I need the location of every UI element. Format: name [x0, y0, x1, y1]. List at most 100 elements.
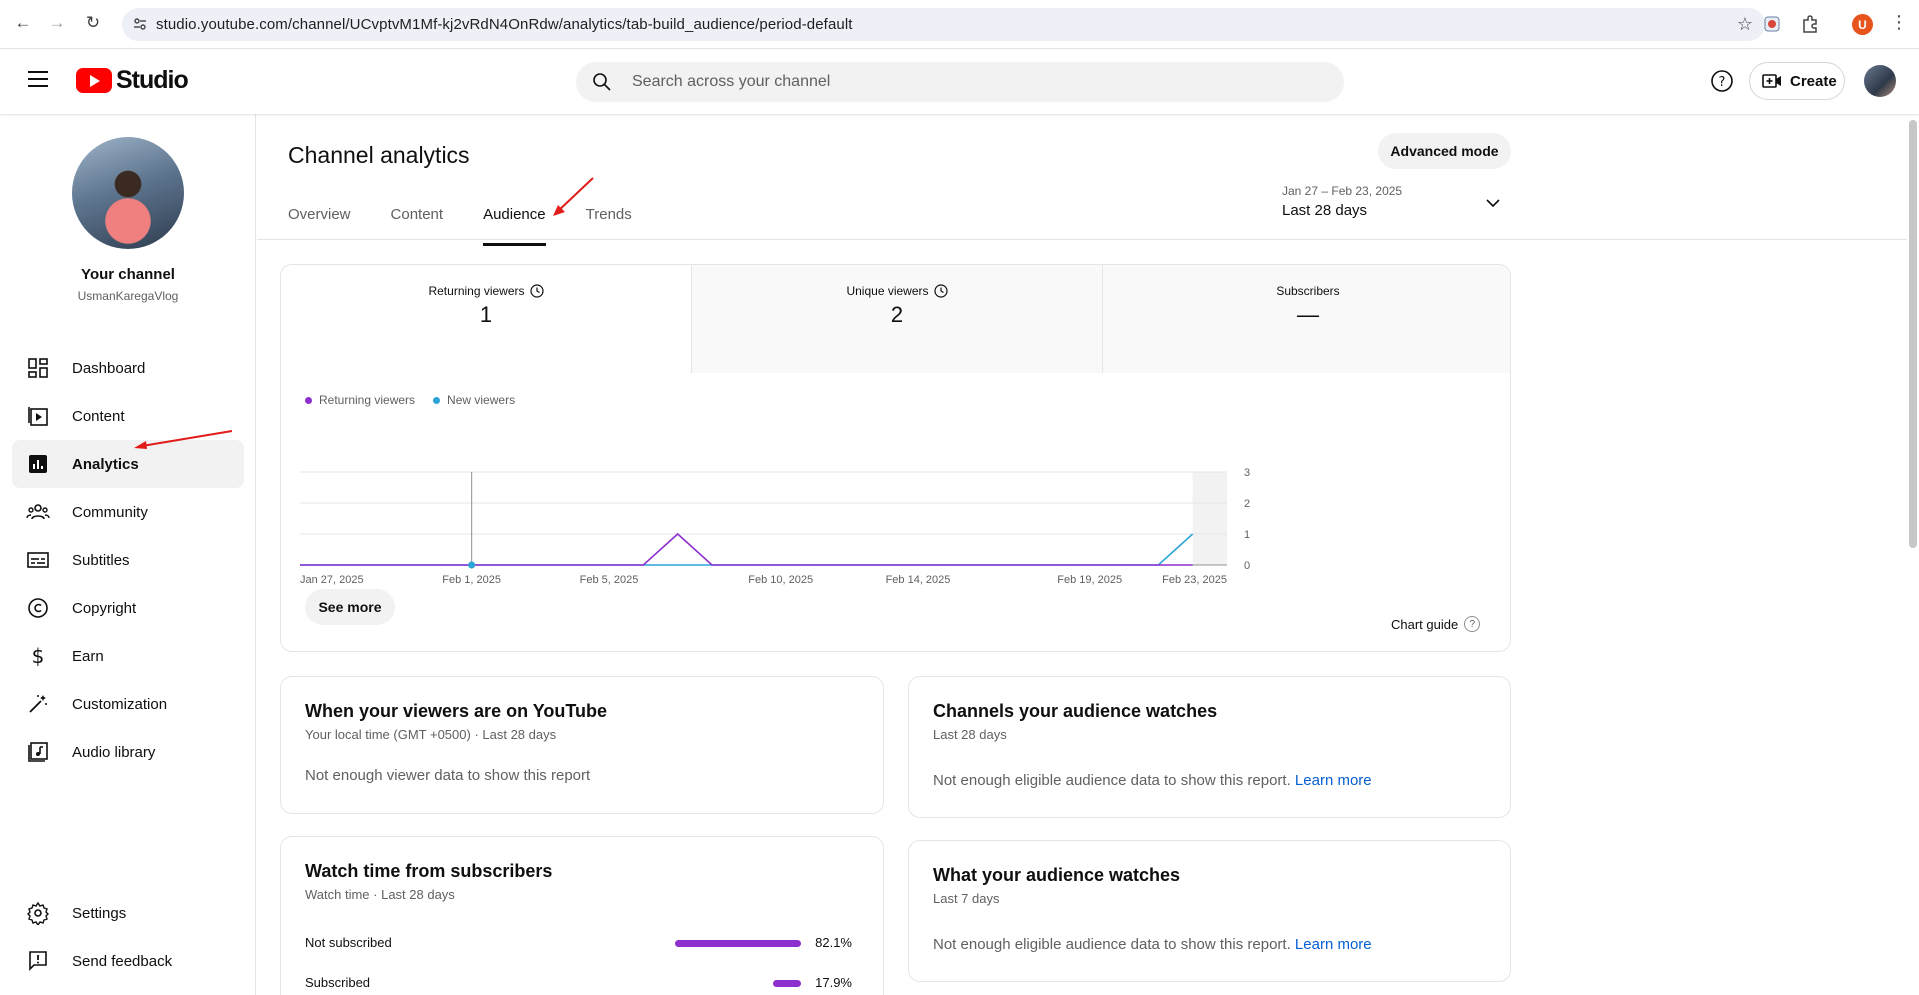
clock-icon [933, 284, 948, 298]
sidebar-item-audio-library[interactable]: Audio library [12, 728, 244, 776]
studio-logo[interactable]: Studio [76, 66, 189, 95]
x-tick-label: Feb 23, 2025 [1162, 574, 1227, 585]
forward-icon[interactable]: → [46, 12, 68, 34]
youtube-play-icon [76, 68, 112, 93]
bar-label: Not subscribed [305, 935, 392, 950]
content-icon [28, 407, 48, 426]
sidebar-item-customization[interactable]: Customization [12, 680, 244, 728]
advanced-mode-button[interactable]: Advanced mode [1378, 133, 1511, 169]
audience-line-chart: 3 2 1 0 Jan 27, 2025 Feb 1, 2025 Feb 5, 2025 Fe… [300, 467, 1250, 585]
sidebar: Your channel UsmanKaregaVlog Dashboard C… [0, 114, 256, 995]
sidebar-item-copyright[interactable]: Copyright [12, 584, 244, 632]
puzzle-icon[interactable] [1800, 14, 1820, 34]
bookmark-star-icon[interactable]: ☆ [1737, 14, 1753, 35]
gear-icon [27, 901, 49, 925]
annotation-arrow-audience [553, 177, 594, 216]
report-title: Channels your audience watches [933, 701, 1218, 721]
extension-icon[interactable] [1762, 14, 1782, 34]
hover-point [468, 561, 476, 569]
tab-audience[interactable]: Audience [483, 206, 546, 246]
report-message: Not enough eligible audience data to sho… [933, 936, 1372, 953]
sidebar-item-label: Earn [72, 647, 104, 665]
sidebar-item-send-feedback[interactable]: Send feedback [12, 937, 244, 985]
y-tick-label: 2 [1244, 498, 1250, 510]
report-title: When your viewers are on YouTube [305, 701, 608, 721]
create-button[interactable]: Create [1749, 62, 1845, 100]
svg-text:?: ? [1719, 75, 1726, 90]
metric-subscribers[interactable]: Subscribers — [1103, 265, 1510, 373]
search-icon [593, 73, 611, 91]
channel-name[interactable]: Your channel [0, 266, 256, 283]
browser-toolbar: ← → ↻ studio.youtube.com/channel/UCvptvM… [0, 0, 1919, 49]
sidebar-item-community[interactable]: Community [12, 488, 244, 536]
sidebar-item-label: Audio library [72, 743, 156, 761]
search-input[interactable] [632, 62, 1312, 102]
sidebar-item-label: Send feedback [72, 952, 173, 970]
sidebar-item-label: Content [72, 407, 125, 425]
metric-label: Returning viewers [428, 284, 525, 298]
learn-more-link[interactable]: Learn more [1295, 772, 1372, 789]
date-range-dates: Jan 27 – Feb 23, 2025 [1282, 184, 1403, 198]
channel-avatar[interactable] [72, 137, 184, 249]
tab-overview[interactable]: Overview [288, 206, 351, 246]
sidebar-item-subtitles[interactable]: Subtitles [12, 536, 244, 584]
sidebar-item-earn[interactable]: $ Earn [12, 632, 244, 680]
date-range-picker[interactable]: Jan 27 – Feb 23, 2025 Last 28 days [1282, 184, 1512, 219]
report-what-audience-watches: What your audience watches Last 7 days N… [908, 840, 1511, 982]
reload-icon[interactable]: ↻ [82, 12, 104, 34]
tab-content[interactable]: Content [391, 206, 444, 246]
report-message: Not enough eligible audience data to sho… [933, 772, 1372, 789]
report-subtitle: Watch time · Last 28 days [305, 887, 455, 902]
bar-label: Subscribed [305, 975, 371, 990]
x-tick-label: Feb 14, 2025 [886, 574, 951, 585]
bar-fill [674, 940, 801, 947]
x-tick-label: Feb 10, 2025 [748, 574, 813, 585]
y-tick-label: 0 [1244, 560, 1250, 572]
copyright-icon [28, 598, 48, 618]
sidebar-item-dashboard[interactable]: Dashboard [12, 344, 244, 392]
metric-returning-viewers[interactable]: Returning viewers 1 [281, 265, 691, 373]
sidebar-item-settings[interactable]: Settings [12, 889, 244, 937]
bar-percent: 82.1% [815, 935, 852, 950]
sidebar-item-label: Community [72, 503, 148, 521]
analytics-tabs: Overview Content Audience Trends [288, 206, 672, 246]
see-more-button[interactable]: See more [305, 589, 395, 625]
page-title: Channel analytics [288, 142, 470, 168]
url-text: studio.youtube.com/channel/UCvptvM1Mf-kj… [156, 16, 853, 33]
metric-unique-viewers[interactable]: Unique viewers 2 [692, 265, 1102, 373]
report-watch-time-subscribers: Watch time from subscribers Watch time ·… [280, 836, 884, 995]
account-avatar[interactable] [1864, 65, 1896, 97]
dashboard-icon [28, 358, 48, 378]
chart-guide-link[interactable]: Chart guide ? [1391, 616, 1481, 632]
metric-value: — [1297, 302, 1319, 327]
browser-menu-icon[interactable]: ⋮ [1890, 12, 1908, 33]
bar-track [647, 940, 801, 947]
help-icon[interactable]: ? [1710, 69, 1734, 93]
question-icon: ? [1464, 616, 1481, 632]
page-scrollbar[interactable] [1909, 120, 1917, 548]
sidebar-item-label: Subtitles [72, 551, 130, 569]
subscriber-bar-row: Not subscribed 82.1% [305, 933, 852, 953]
learn-more-link[interactable]: Learn more [1295, 936, 1372, 953]
address-bar[interactable]: studio.youtube.com/channel/UCvptvM1Mf-kj… [122, 8, 1765, 41]
audience-overview-card: Returning viewers 1 Unique viewers 2 Sub… [280, 264, 1511, 652]
series-new-viewers-line [300, 533, 1194, 566]
metric-label: Subscribers [1276, 284, 1340, 298]
report-title: What your audience watches [933, 865, 1181, 885]
report-message: Not enough viewer data to show this repo… [305, 767, 591, 784]
metric-value: 2 [890, 302, 904, 327]
community-icon [26, 504, 50, 520]
create-label: Create [1790, 72, 1837, 90]
sidebar-item-label: Analytics [72, 455, 139, 473]
chart-guide-label: Chart guide [1391, 616, 1459, 632]
report-viewers-time: When your viewers are on YouTube Your lo… [280, 676, 884, 814]
browser-profile-avatar[interactable]: U [1852, 14, 1873, 35]
back-icon[interactable]: ← [12, 12, 34, 34]
y-tick-label: 1 [1244, 529, 1250, 541]
y-tick-label: 3 [1244, 467, 1250, 479]
x-tick-label: Jan 27, 2025 [300, 574, 364, 585]
menu-icon[interactable] [28, 71, 48, 87]
report-title: Watch time from subscribers [305, 861, 553, 881]
search-bar[interactable] [576, 62, 1344, 102]
site-settings-icon[interactable] [132, 16, 148, 32]
